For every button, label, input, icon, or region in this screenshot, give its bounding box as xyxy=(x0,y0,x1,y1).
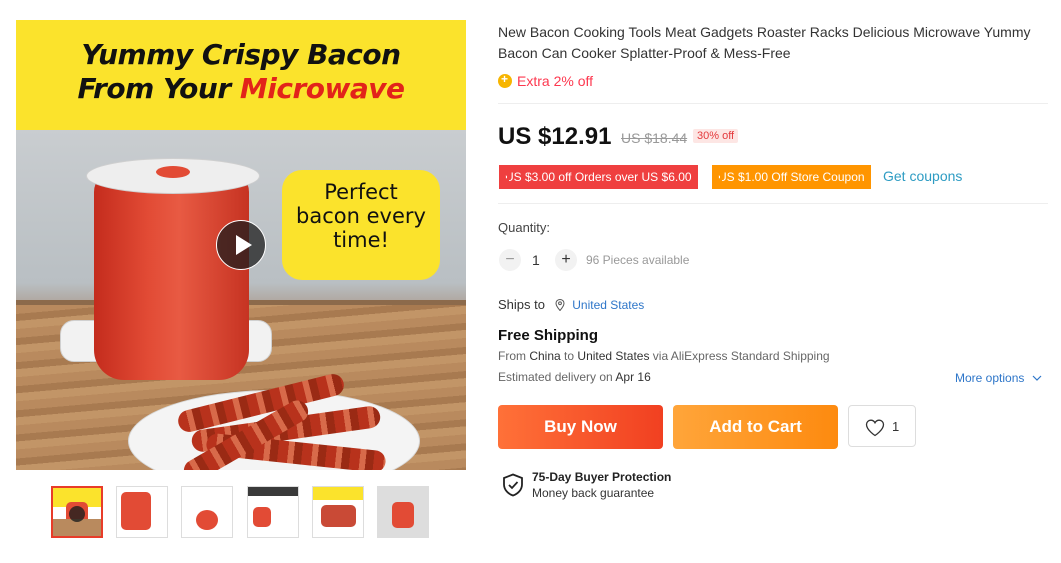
wishlist-count: 1 xyxy=(892,419,900,434)
product-title: New Bacon Cooking Tools Meat Gadgets Roa… xyxy=(498,24,1031,61)
from-prefix: From xyxy=(498,349,526,363)
banner-headline-line2: From Your Microwave xyxy=(16,72,466,105)
thumb-play-icon xyxy=(69,506,85,522)
buyer-protection-subtitle: Money back guarantee xyxy=(532,486,655,500)
quantity-label: Quantity: xyxy=(498,220,551,235)
origin-country: China xyxy=(529,349,561,363)
product-scene: Perfect bacon every time! xyxy=(16,130,466,470)
get-coupons-link[interactable]: Get coupons xyxy=(883,168,962,184)
extra-discount-text: Extra 2% off xyxy=(517,73,594,89)
thumb-cooker xyxy=(253,507,271,527)
bubble-line2: bacon every xyxy=(296,204,426,228)
thumb-cooker xyxy=(196,509,218,530)
delivery-date: Apr 16 xyxy=(615,370,651,384)
wishlist-button[interactable]: 1 xyxy=(848,405,916,447)
image-banner: Yummy Crispy Bacon From Your Microwave xyxy=(16,20,466,130)
shield-check-icon xyxy=(503,473,523,497)
estimated-delivery: Estimated delivery on Apr 16 xyxy=(498,370,651,384)
divider xyxy=(498,103,1048,104)
thumbnail-3[interactable] xyxy=(181,486,233,538)
bubble-line1: Perfect xyxy=(324,180,398,204)
original-price: US $18.44 xyxy=(621,130,688,146)
store-deal-text: US $3.00 off Orders over US $6.00 xyxy=(505,170,692,184)
shipping-route: From China to United States via AliExpre… xyxy=(498,349,830,363)
current-price: US $12.91 xyxy=(498,123,612,150)
chevron-down-icon xyxy=(1032,375,1042,381)
buyer-protection-title: 75-Day Buyer Protection xyxy=(532,470,672,484)
divider xyxy=(498,203,1048,204)
store-coupon-text: US $1.00 Off Store Coupon xyxy=(718,170,865,184)
thumb-banner xyxy=(313,487,363,500)
ships-to: Ships to United States xyxy=(498,297,644,312)
play-video-button[interactable] xyxy=(216,220,266,270)
location-pin-icon xyxy=(555,299,565,311)
main-product-image[interactable]: Yummy Crispy Bacon From Your Microwave P… xyxy=(16,20,466,470)
quantity-value[interactable]: 1 xyxy=(532,252,540,268)
store-deal-coupon[interactable]: US $3.00 off Orders over US $6.00 xyxy=(499,165,698,189)
destination-country: United States xyxy=(577,349,650,363)
thumbnail-1[interactable] xyxy=(51,486,103,538)
more-options-link[interactable]: More options xyxy=(955,371,1042,385)
to-word: to xyxy=(564,349,575,363)
bacon-cooker xyxy=(94,170,249,380)
thumb-bacon xyxy=(320,504,356,527)
thumb-cooker xyxy=(121,492,151,530)
more-options-text: More options xyxy=(955,371,1025,385)
buy-now-button[interactable]: Buy Now xyxy=(498,405,663,449)
banner-headline-line1: Yummy Crispy Bacon xyxy=(81,38,401,71)
coin-icon xyxy=(498,72,512,88)
free-shipping-label: Free Shipping xyxy=(498,327,599,344)
thumbnail-6[interactable] xyxy=(377,486,429,538)
add-to-cart-button[interactable]: Add to Cart xyxy=(673,405,838,449)
heart-icon xyxy=(865,419,885,437)
thumbnail-2[interactable] xyxy=(116,486,168,538)
thumbnail-4[interactable] xyxy=(247,486,299,538)
bubble-line3: time! xyxy=(333,228,389,252)
speech-bubble: Perfect bacon every time! xyxy=(282,170,440,280)
quantity-increase-button[interactable]: + xyxy=(555,249,577,271)
store-coupon[interactable]: US $1.00 Off Store Coupon xyxy=(712,165,871,189)
quantity-available: 96 Pieces available xyxy=(586,253,690,267)
shipping-method: via AliExpress Standard Shipping xyxy=(652,349,830,363)
delivery-prefix: Estimated delivery on xyxy=(498,370,613,384)
bubble-text: Perfect bacon every time! xyxy=(282,180,440,252)
banner-headline-prefix: From Your xyxy=(77,72,231,105)
cooker-vent xyxy=(156,166,190,178)
ships-to-country-selector[interactable]: United States xyxy=(572,298,644,312)
extra-discount[interactable]: Extra 2% off xyxy=(498,72,594,89)
ships-to-label: Ships to xyxy=(498,297,545,312)
play-icon xyxy=(236,235,252,255)
discount-badge: 30% off xyxy=(693,129,739,143)
thumbnail-5[interactable] xyxy=(312,486,364,538)
banner-headline-highlight: Microwave xyxy=(239,72,405,105)
thumb-cooker xyxy=(392,502,414,528)
quantity-decrease-button[interactable]: − xyxy=(499,249,521,271)
